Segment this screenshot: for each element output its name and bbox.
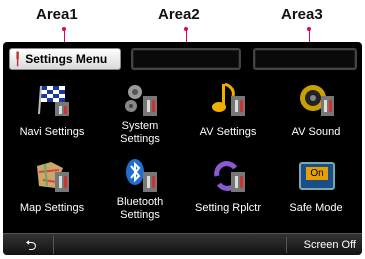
tile-av-sound[interactable]: AV Sound	[273, 80, 359, 152]
tile-safe-mode[interactable]: On Safe Mode	[273, 156, 359, 228]
screen-off-button[interactable]: Screen Off	[304, 237, 356, 253]
replicator-arrows-icon	[214, 161, 245, 192]
tile-navi-settings-label: Navi Settings	[19, 126, 85, 138]
tile-system-settings-label: System Settings	[97, 120, 183, 146]
area1-leader-dot	[62, 27, 66, 31]
area3-box	[253, 48, 357, 70]
bottom-bar: ⮌ Screen Off	[3, 233, 362, 255]
bottom-separator	[286, 237, 287, 253]
settings-menu-title-text: Settings Menu	[25, 52, 108, 66]
settings-grid: Navi Settings System Settings AV Setting…	[7, 80, 358, 228]
tile-system-settings-line1: System	[121, 120, 159, 132]
map-icon	[37, 162, 69, 192]
tile-system-settings-line2: Settings	[120, 133, 160, 145]
tile-map-settings-label: Map Settings	[19, 202, 85, 214]
back-arrow-icon: ⮌	[25, 237, 37, 253]
settings-menu-title: ╿ Settings Menu	[9, 48, 121, 70]
navi-flag-icon	[38, 85, 69, 116]
area3-label: Area3	[281, 6, 323, 23]
tile-bluetooth-settings[interactable]: Bluetooth Settings	[97, 156, 183, 228]
speaker-icon	[300, 85, 334, 116]
safe-mode-icon: On	[299, 162, 335, 190]
tile-bluetooth-settings-label: Bluetooth Settings	[97, 196, 183, 222]
tile-safe-mode-label: Safe Mode	[289, 202, 343, 214]
tile-setting-rplctr[interactable]: Setting Rplctr	[185, 156, 271, 228]
area2-leader-dot	[184, 27, 188, 31]
bluetooth-icon	[126, 159, 157, 192]
tile-bluetooth-settings-line1: Bluetooth	[116, 196, 164, 208]
tile-setting-rplctr-label: Setting Rplctr	[194, 202, 262, 214]
back-button[interactable]: ⮌	[9, 236, 54, 254]
tile-av-sound-label: AV Sound	[291, 126, 341, 138]
tile-navi-settings[interactable]: Navi Settings	[9, 80, 95, 152]
safe-mode-badge: On	[306, 167, 328, 180]
tile-av-settings[interactable]: AV Settings	[185, 80, 271, 152]
area1-label: Area1	[36, 6, 78, 23]
system-gears-icon	[125, 85, 157, 116]
tile-system-settings[interactable]: System Settings	[97, 80, 183, 152]
settings-tool-icon: ╿	[14, 52, 22, 66]
area2-label: Area2	[158, 6, 200, 23]
tile-bluetooth-settings-line2: Settings	[120, 209, 160, 221]
tile-av-settings-label: AV Settings	[199, 126, 257, 138]
device-screen: ╿ Settings Menu Navi Settings System Set…	[3, 42, 362, 255]
area2-box	[131, 48, 241, 70]
area3-leader-dot	[307, 27, 311, 31]
music-note-icon	[212, 82, 245, 116]
tile-map-settings[interactable]: Map Settings	[9, 156, 95, 228]
